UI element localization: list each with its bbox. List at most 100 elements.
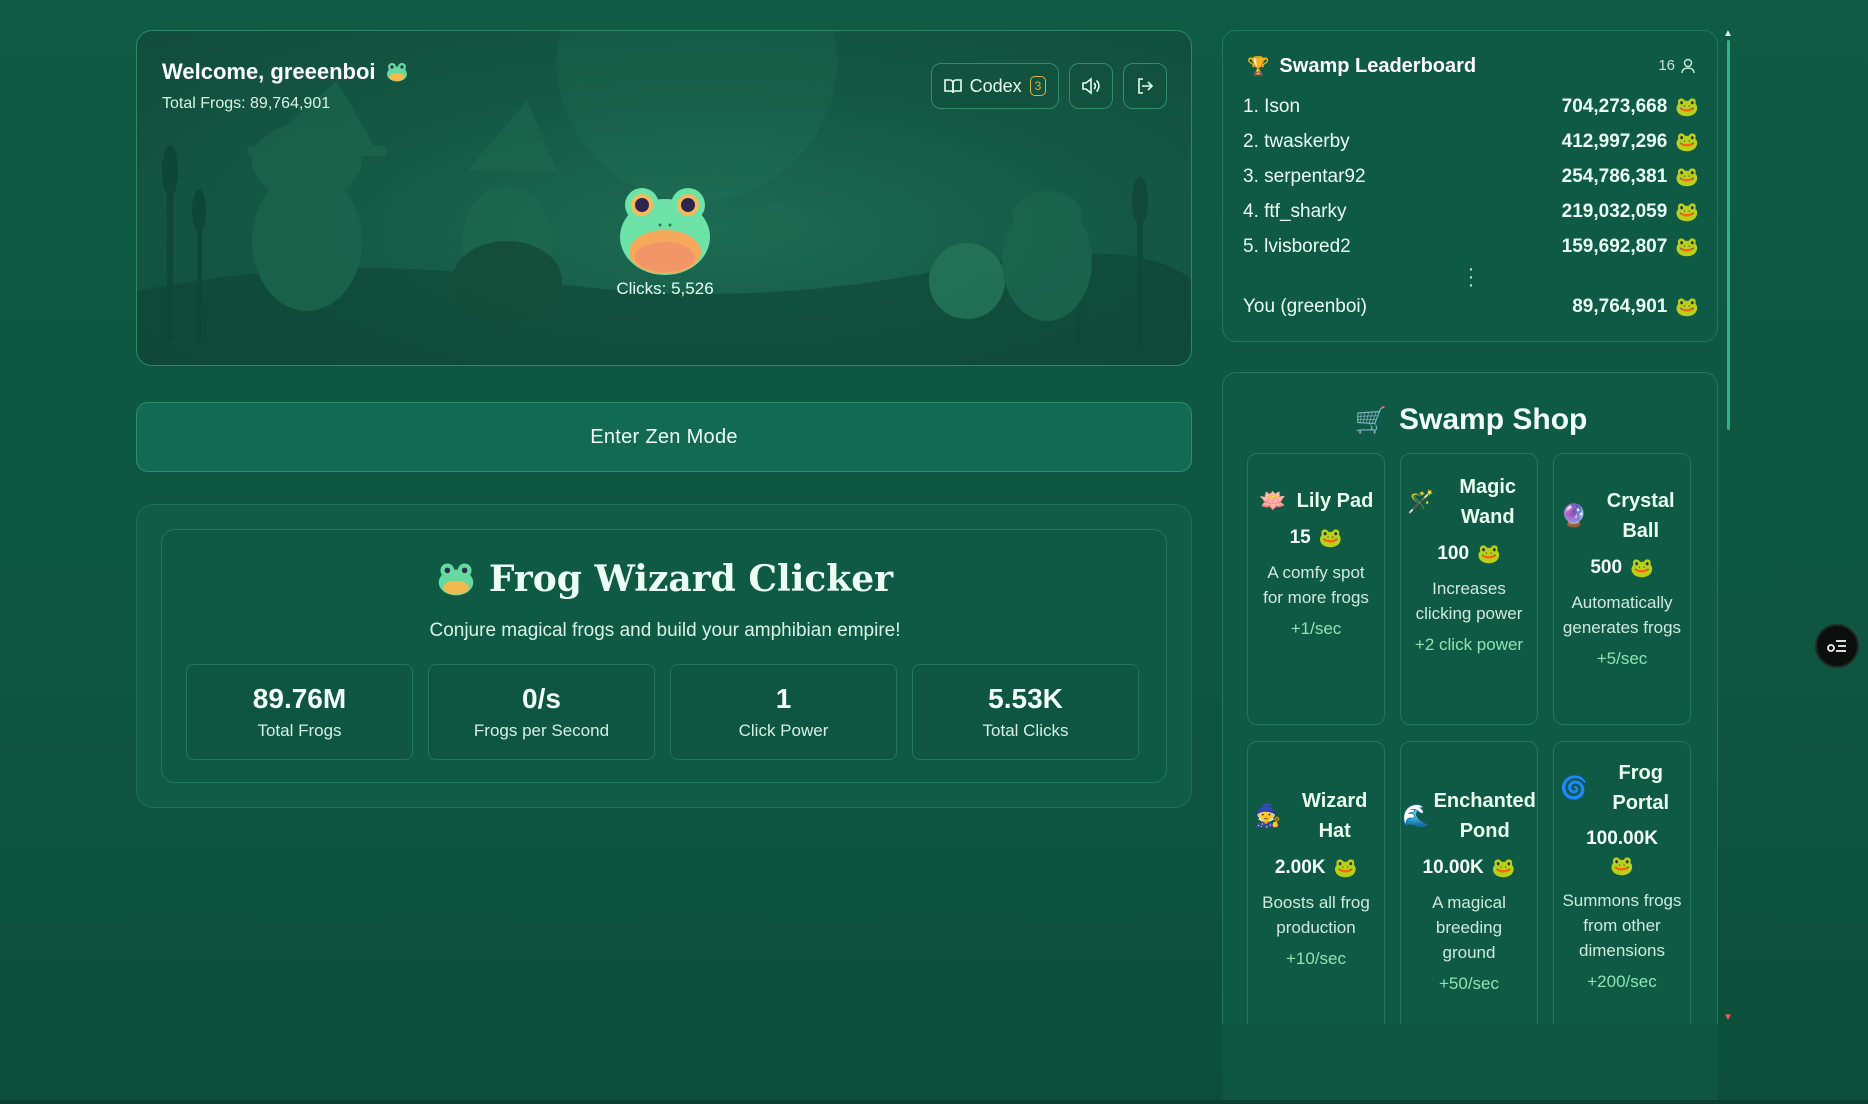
frog-icon	[438, 563, 474, 596]
price-value: 10.00K	[1422, 857, 1484, 878]
leaderboard-name: 1. Ison	[1243, 96, 1301, 117]
shop-title-text: Swamp Shop	[1399, 403, 1588, 436]
pond-wave-icon: 🌊	[1402, 803, 1430, 828]
codex-label: Codex	[969, 75, 1022, 96]
stats-row: 89.76M Total Frogs 0/s Frogs per Second …	[186, 664, 1139, 760]
clickable-frog[interactable]	[615, 177, 715, 277]
shop-item-magic-wand[interactable]: 🪄 Magic Wand 100 🐸 Increases clicking pow…	[1400, 453, 1538, 725]
shop-item-description: Summons frogs from other dimensions	[1562, 891, 1682, 960]
game-title: Frog Wizard Clicker	[162, 558, 1168, 600]
hero-panel: Welcome, greeenboi Total Frogs: 89,764,9…	[136, 30, 1192, 366]
frog-icon: 🐸	[1333, 858, 1358, 879]
shop-item-header: 🔮 Crystal Ball	[1554, 486, 1690, 546]
stat-label: Total Clicks	[982, 721, 1069, 740]
shop-item-name: Lily Pad	[1296, 490, 1374, 512]
leaderboard-you-row: You (greenboi) 89,764,901 🐸	[1243, 295, 1699, 319]
shop-item-description: A magical breeding ground	[1432, 893, 1506, 962]
scroll-up-arrow[interactable]: ▲	[1723, 28, 1733, 39]
welcome-heading: Welcome, greeenboi	[162, 59, 408, 85]
logout-button[interactable]	[1123, 63, 1167, 109]
frog-icon: 🐸	[1630, 558, 1654, 579]
shop-item-name: Enchanted Pond	[1433, 790, 1536, 842]
frog-icon: 🐸	[1318, 528, 1343, 549]
codex-button[interactable]: Codex 3	[931, 63, 1059, 109]
shop-item-header: 🪄 Magic Wand	[1401, 472, 1537, 532]
stat-total-clicks: 5.53K Total Clicks	[912, 664, 1139, 760]
frog-icon: 🐸	[1675, 237, 1699, 258]
sidebar-scrollbar[interactable]	[1727, 40, 1730, 430]
shop-title: 🛒 Swamp Shop	[1223, 403, 1719, 437]
player-count: 16	[1658, 57, 1695, 74]
frog-icon: 🐸	[1491, 858, 1516, 879]
score-value: 704,273,668	[1561, 96, 1668, 117]
shop-item-header: 🌊 Enchanted Pond	[1401, 786, 1537, 846]
frog-icon: 🐸	[1477, 544, 1501, 565]
frog-icon: 🐸	[1675, 97, 1699, 118]
stat-total-frogs: 89.76M Total Frogs	[186, 664, 413, 760]
scroll-down-arrow[interactable]: ▼	[1723, 1012, 1733, 1023]
shop-item-description: Boosts all frog production	[1262, 893, 1370, 937]
leaderboard-row: 3. serpentar92 254,786,381 🐸	[1243, 165, 1699, 189]
page-background	[1222, 1024, 1718, 1104]
leaderboard-title: 🏆 Swamp Leaderboard	[1247, 55, 1476, 78]
shop-item-effect: +50/sec	[1438, 974, 1499, 993]
score-value: 219,032,059	[1561, 201, 1668, 222]
frog-icon: 🐸	[1675, 297, 1699, 318]
wizard-hat-icon: 🧙	[1254, 803, 1282, 828]
shop-item-description: Increases clicking power	[1415, 579, 1523, 623]
sound-toggle-button[interactable]	[1069, 63, 1113, 109]
score-value: 159,692,807	[1561, 236, 1668, 257]
toggle-list-icon	[1827, 640, 1846, 652]
shop-item-effect: +5/sec	[1596, 649, 1648, 668]
shop-item-name: Magic Wand	[1459, 476, 1517, 528]
shop-item-crystal-ball[interactable]: 🔮 Crystal Ball 500 🐸 Automatically genera…	[1553, 453, 1691, 725]
frog-icon: 🐸	[1675, 132, 1699, 153]
shop-panel: 🛒 Swamp Shop 🪷 Lily Pad 15 🐸 A comfy spot…	[1222, 372, 1718, 1104]
frog-icon	[386, 63, 407, 82]
price-value: 2.00K	[1274, 857, 1326, 878]
shop-item-frog-portal[interactable]: 🌀 Frog Portal 100.00K 🐸 Summons frogs fro…	[1553, 741, 1691, 1041]
leaderboard-row: 4. ftf_sharky 219,032,059 🐸	[1243, 200, 1699, 224]
stat-label: Total Frogs	[257, 721, 342, 740]
shop-item-header: 🌀 Frog Portal	[1554, 758, 1690, 818]
lily-pad-icon: 🪷	[1258, 488, 1287, 513]
shop-item-price: 500 🐸	[1554, 556, 1690, 580]
enter-zen-mode-button[interactable]: Enter Zen Mode	[136, 402, 1192, 472]
leaderboard-score: 412,997,296 🐸	[1562, 130, 1699, 154]
stat-click-power: 1 Click Power	[670, 664, 897, 760]
price-value: 15	[1289, 527, 1311, 548]
leaderboard-score: 704,273,668 🐸	[1562, 95, 1699, 119]
leaderboard-title-text: Swamp Leaderboard	[1279, 55, 1477, 77]
user-icon	[1681, 58, 1695, 73]
game-subtitle: Conjure magical frogs and build your amp…	[429, 620, 901, 641]
shop-item-wizard-hat[interactable]: 🧙 Wizard Hat 2.00K 🐸 Boosts all frog prod…	[1247, 741, 1385, 1041]
shop-item-lily-pad[interactable]: 🪷 Lily Pad 15 🐸 A comfy spot for more fro…	[1247, 453, 1385, 725]
stat-value: 89.76M	[252, 683, 347, 714]
shop-item-price: 15 🐸	[1248, 526, 1384, 550]
price-value: 100	[1437, 543, 1470, 564]
portal-swirl-icon: 🌀	[1560, 775, 1588, 800]
leaderboard-name: 2. twaskerby	[1243, 131, 1350, 152]
shop-item-enchanted-pond[interactable]: 🌊 Enchanted Pond 10.00K 🐸 A magical breed…	[1400, 741, 1538, 1041]
player-count-value: 16	[1658, 57, 1675, 74]
logout-icon	[1138, 78, 1154, 94]
stat-value: 1	[775, 683, 792, 714]
leaderboard-score: 254,786,381 🐸	[1562, 165, 1699, 189]
shop-item-effect: +200/sec	[1587, 972, 1657, 991]
speaker-icon	[1082, 77, 1100, 95]
score-value: 254,786,381	[1561, 166, 1668, 187]
shop-item-price: 100.00K 🐸	[1554, 828, 1690, 878]
magic-wand-icon: 🪄	[1407, 489, 1435, 514]
shop-item-effect: +1/sec	[1290, 619, 1342, 638]
game-summary: Frog Wizard Clicker Conjure magical frog…	[161, 529, 1167, 783]
floating-menu-button[interactable]	[1815, 624, 1859, 668]
shop-item-price: 2.00K 🐸	[1248, 856, 1384, 880]
game-card: Frog Wizard Clicker Conjure magical frog…	[136, 504, 1192, 808]
hero-actions: Codex 3	[931, 63, 1167, 109]
book-icon	[943, 79, 962, 94]
frog-icon: 🐸	[1675, 167, 1699, 188]
stat-value: 0/s	[522, 683, 561, 714]
cart-icon: 🛒	[1354, 404, 1387, 435]
shop-item-price: 100 🐸	[1401, 542, 1537, 566]
score-value: 89,764,901	[1572, 296, 1668, 317]
